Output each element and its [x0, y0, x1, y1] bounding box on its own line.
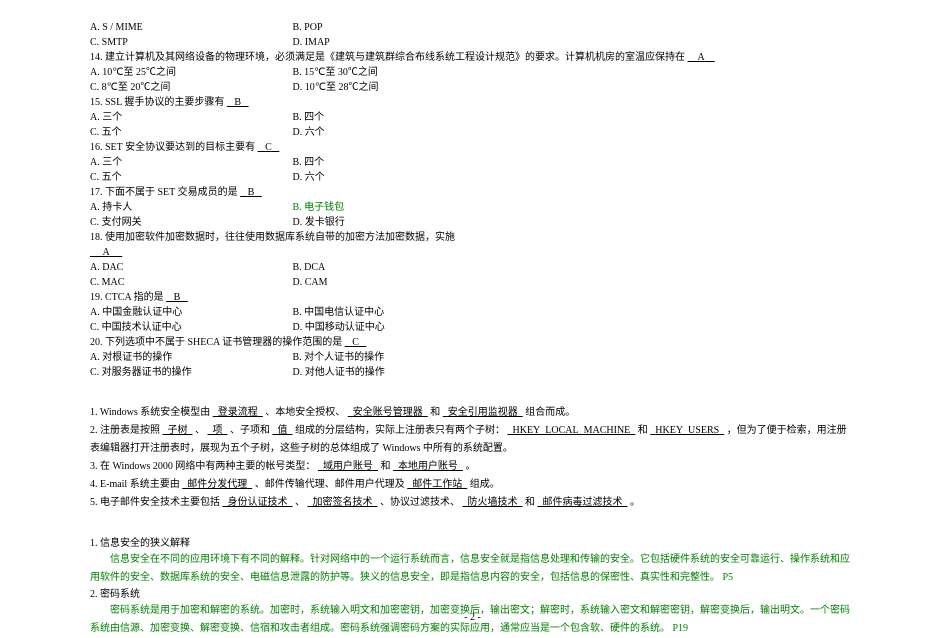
q18-stem: 18. 使用加密软件加密数据时，往往使用数据库系统自带的加密方法加密数据，实施: [90, 230, 855, 245]
fill-5: 5. 电子邮件安全技术主要包括 身份认证技术 、 加密签名技术 、协议过滤技术、…: [90, 494, 855, 512]
q16-opt-c: C. 五个: [90, 170, 290, 185]
q-top-opt-a: A. S / MIME: [90, 20, 290, 35]
q14-opt-d: D. 10℃至 28℃之间: [293, 82, 379, 93]
essay1-body: 信息安全在不同的应用环境下有不同的解释。针对网络中的一个运行系统而言，信息安全就…: [90, 551, 855, 587]
q15-answer: B: [227, 97, 249, 108]
fill-2: 2. 注册表是按照 子树 、 项 、子项和 值 组成的分层结构，实际上注册表只有…: [90, 422, 855, 458]
q16-stem: 16. SET 安全协议要达到的目标主要有: [90, 142, 255, 153]
q20-opt-c: C. 对服务器证书的操作: [90, 365, 290, 380]
q14-opt-c: C. 8℃至 20℃之间: [90, 80, 290, 95]
q17-opt-d: D. 发卡银行: [293, 217, 345, 228]
q15-opt-a: A. 三个: [90, 110, 290, 125]
q19-opt-b: B. 中国电信认证中心: [293, 307, 385, 318]
q-top-opt-c: C. SMTP: [90, 35, 290, 50]
q14-opt-a: A. 10℃至 25℃之间: [90, 65, 290, 80]
q17-opt-c: C. 支付网关: [90, 215, 290, 230]
q20-opt-d: D. 对他人证书的操作: [293, 367, 385, 378]
q15-stem: 15. SSL 握手协议的主要步骤有: [90, 97, 224, 108]
q14-opt-b: B. 15℃至 30℃之间: [293, 67, 378, 78]
q19-opt-c: C. 中国技术认证中心: [90, 320, 290, 335]
q19-opt-d: D. 中国移动认证中心: [293, 322, 385, 333]
q15-opt-c: C. 五个: [90, 125, 290, 140]
q-top-opt-b: B. POP: [293, 22, 323, 33]
q15-opt-d: D. 六个: [293, 127, 325, 138]
q20-stem: 20. 下列选项中不属于 SHECA 证书管理器的操作范围的是: [90, 337, 342, 348]
q19-answer: B: [166, 292, 188, 303]
page-number: - 2 -: [0, 612, 945, 623]
q20-answer: C: [345, 337, 367, 348]
q18-opt-c: C. MAC: [90, 275, 290, 290]
q19-stem: 19. CTCA 指的是: [90, 292, 164, 303]
q20-opt-a: A. 对根证书的操作: [90, 350, 290, 365]
q17-answer: B: [240, 187, 262, 198]
q16-answer: C: [258, 142, 280, 153]
q14-stem: 14. 建立计算机及其网络设备的物理环境，必须满足是《建筑与建筑群综合布线系统工…: [90, 52, 685, 63]
q14-answer: A: [688, 52, 715, 63]
fill-4: 4. E-mail 系统主要由 邮件分发代理 、邮件传输代理、邮件用户代理及 邮…: [90, 476, 855, 494]
q18-opt-d: D. CAM: [293, 277, 328, 288]
q17-opt-a: A. 持卡人: [90, 200, 290, 215]
q15-opt-b: B. 四个: [293, 112, 325, 123]
q17-stem: 17. 下面不属于 SET 交易成员的是: [90, 187, 238, 198]
essay1-title: 1. 信息安全的狭义解释: [90, 536, 855, 551]
q19-opt-a: A. 中国金融认证中心: [90, 305, 290, 320]
q18-opt-a: A. DAC: [90, 260, 290, 275]
q18-answer: A: [90, 247, 122, 258]
q16-opt-a: A. 三个: [90, 155, 290, 170]
q17-opt-b: B. 电子钱包: [293, 202, 345, 213]
q18-opt-b: B. DCA: [293, 262, 326, 273]
fill-3: 3. 在 Windows 2000 网络中有两种主要的帐号类型： 域用户账号 和…: [90, 458, 855, 476]
q-top-opt-d: D. IMAP: [293, 37, 330, 48]
q20-opt-b: B. 对个人证书的操作: [293, 352, 385, 363]
essay2-title: 2. 密码系统: [90, 587, 855, 602]
q16-opt-b: B. 四个: [293, 157, 325, 168]
fill-1: 1. Windows 系统安全模型由 登录流程 、本地安全授权、 安全账号管理器…: [90, 404, 855, 422]
q16-opt-d: D. 六个: [293, 172, 325, 183]
